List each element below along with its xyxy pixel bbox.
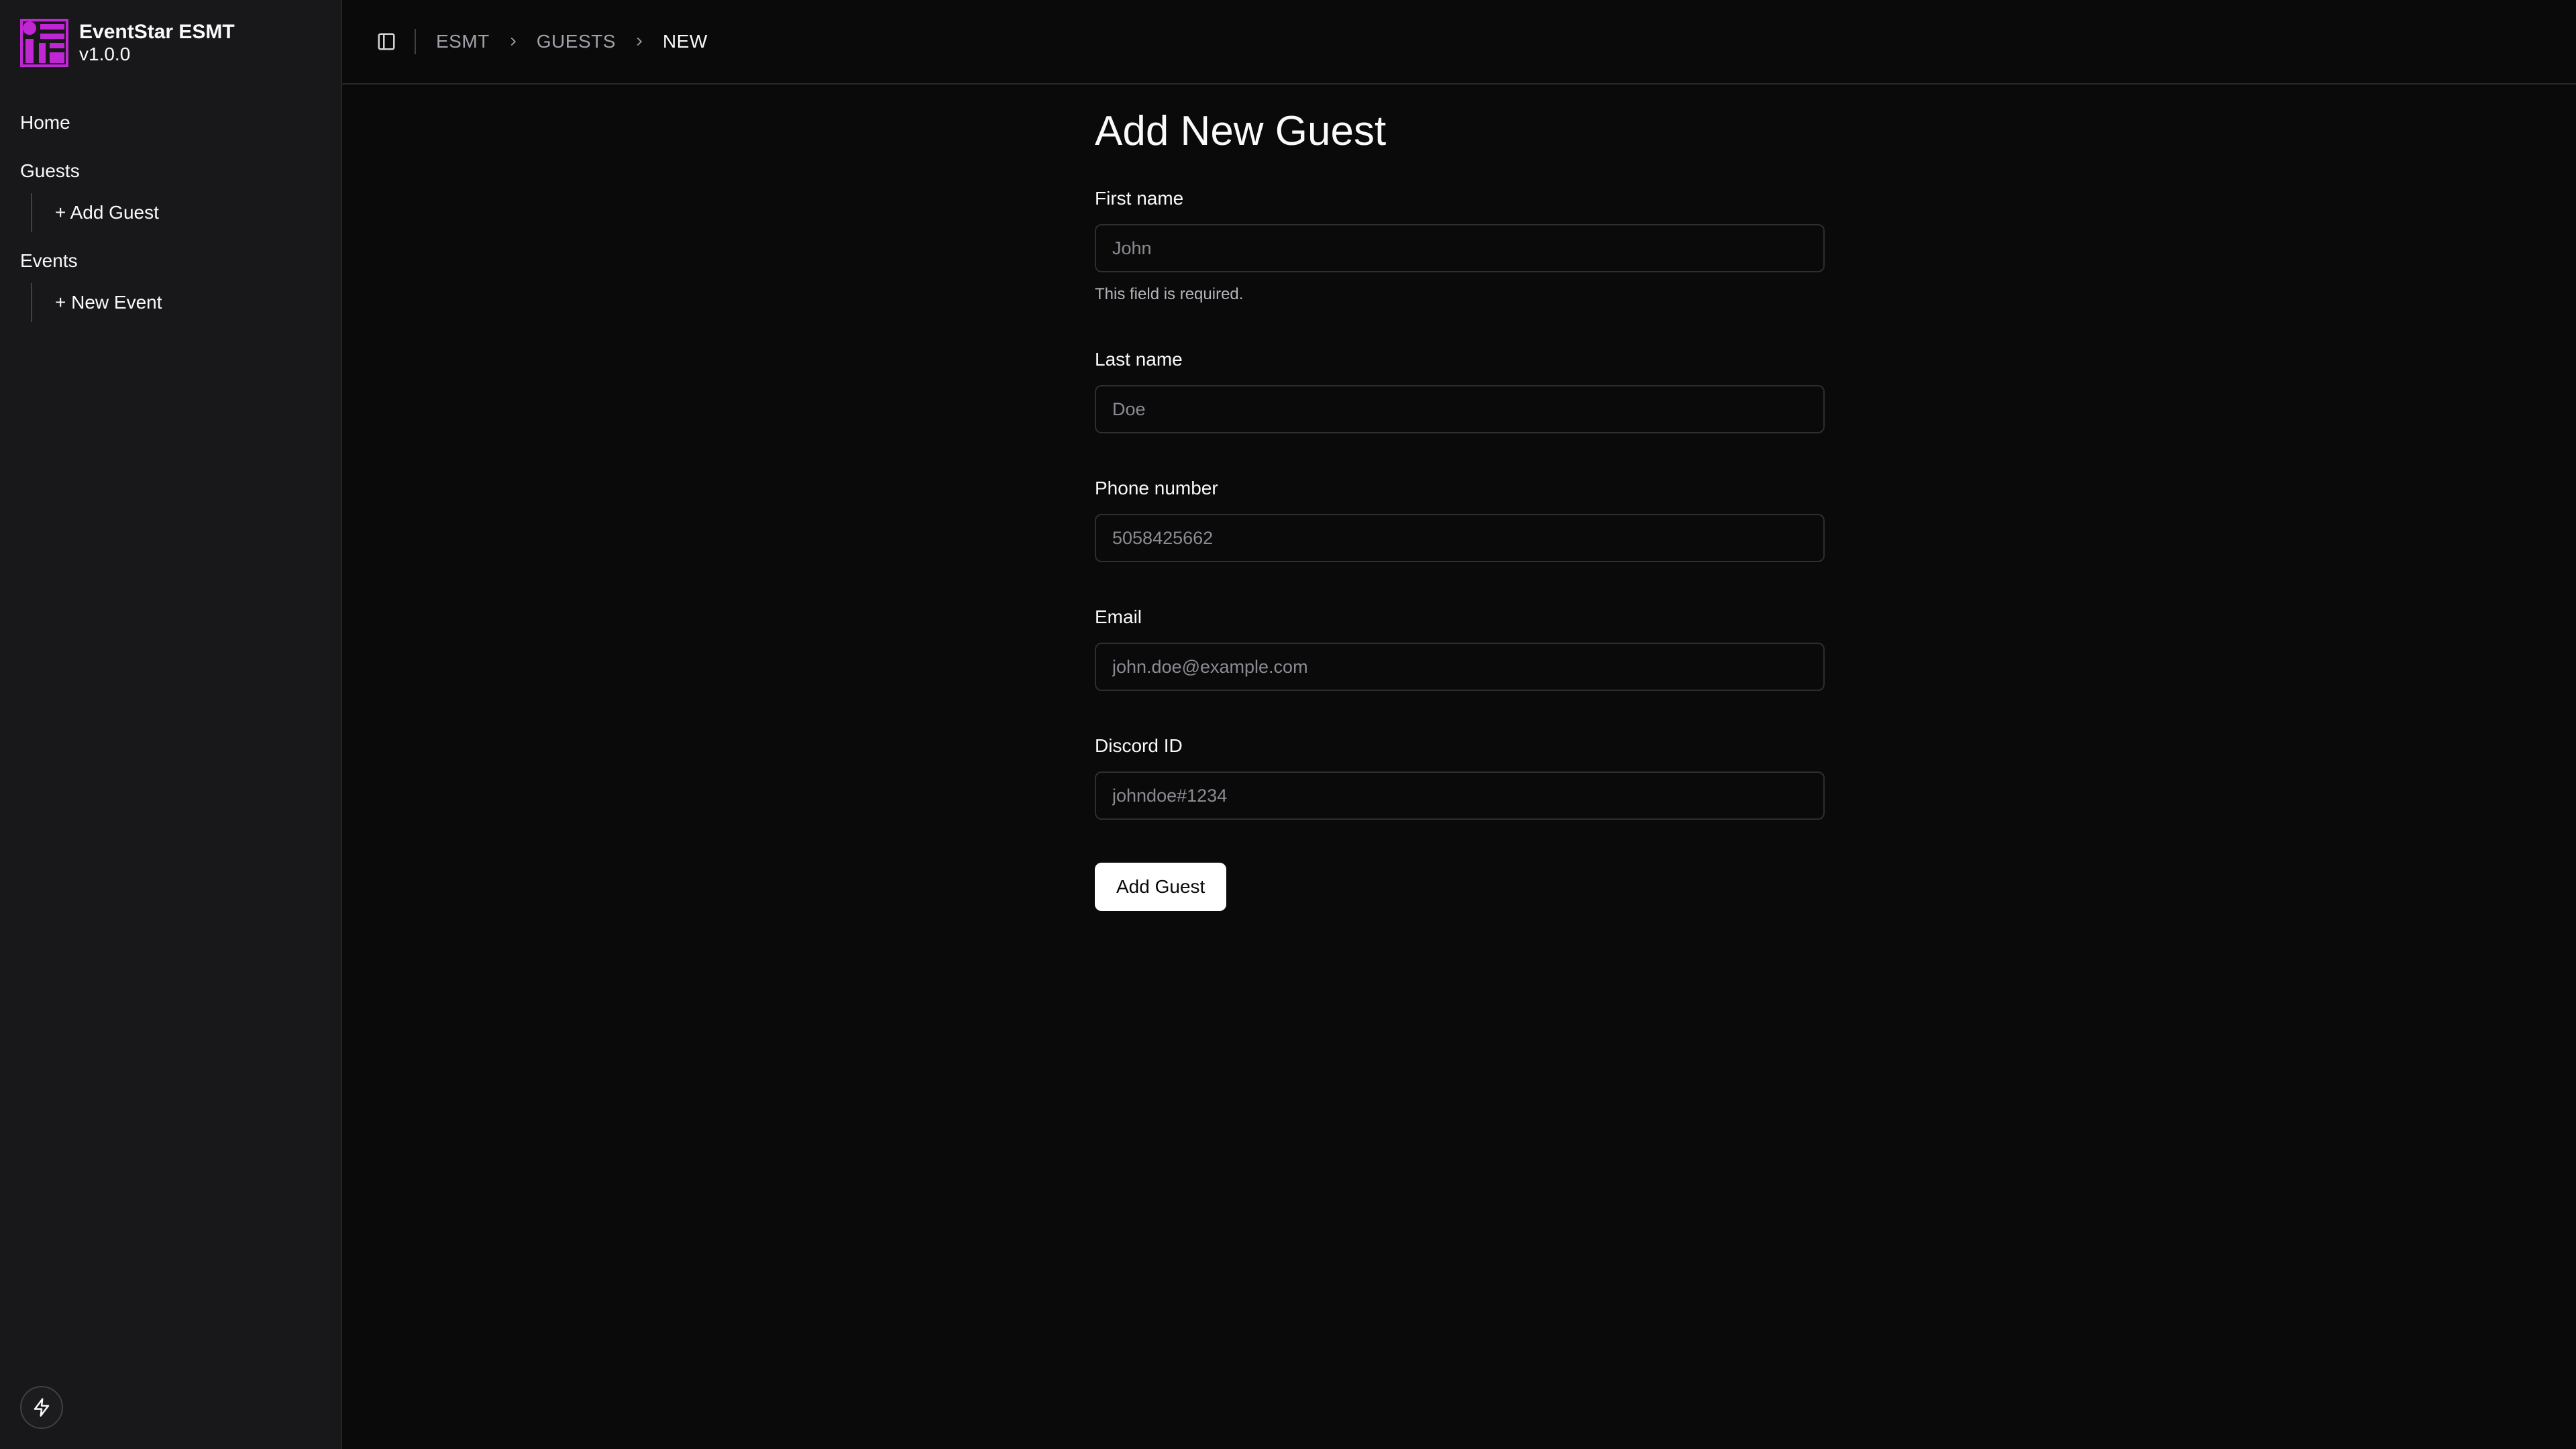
breadcrumb-esmt[interactable]: ESMT: [436, 31, 490, 52]
first-name-field: First name This field is required.: [1095, 186, 1825, 305]
email-label: Email: [1095, 606, 1142, 627]
bolt-icon: [34, 1398, 50, 1417]
sidebar-toggle-button[interactable]: [368, 23, 405, 60]
breadcrumb-guests[interactable]: GUESTS: [537, 31, 616, 52]
breadcrumb-new: NEW: [662, 31, 708, 52]
events-submenu: + New Event: [31, 283, 341, 322]
breadcrumb: ESMT GUESTS NEW: [436, 31, 708, 52]
first-name-input[interactable]: [1095, 224, 1825, 272]
sidebar-item-add-guest[interactable]: + Add Guest: [55, 193, 341, 232]
sidebar-item-home[interactable]: Home: [0, 101, 341, 145]
chevron-right-icon: [632, 34, 647, 49]
phone-field: Phone number: [1095, 476, 1825, 562]
chevron-right-icon: [506, 34, 521, 49]
email-field: Email: [1095, 605, 1825, 691]
last-name-field: Last name: [1095, 347, 1825, 433]
topbar-divider: [415, 29, 416, 54]
first-name-error: This field is required.: [1095, 285, 1244, 303]
guests-submenu: + Add Guest: [31, 193, 341, 232]
brand[interactable]: EventStar ESMT v1.0.0: [20, 19, 235, 67]
sidebar-nav: Home Guests + Add Guest Events + New Eve…: [0, 101, 341, 329]
discord-label: Discord ID: [1095, 735, 1183, 756]
quick-action-button[interactable]: [20, 1386, 63, 1429]
phone-label: Phone number: [1095, 478, 1218, 498]
topbar: ESMT GUESTS NEW: [342, 0, 2576, 85]
discord-field: Discord ID: [1095, 734, 1825, 820]
brand-version: v1.0.0: [79, 44, 131, 64]
discord-input[interactable]: [1095, 771, 1825, 820]
page-title: Add New Guest: [1095, 108, 1387, 154]
sidebar-toggle-icon: [378, 33, 395, 50]
eventstar-logo-icon: [20, 19, 68, 67]
phone-input[interactable]: [1095, 514, 1825, 562]
last-name-input[interactable]: [1095, 385, 1825, 433]
email-input[interactable]: [1095, 643, 1825, 691]
add-guest-button[interactable]: Add Guest: [1095, 863, 1227, 911]
brand-name: EventStar ESMT: [79, 21, 235, 43]
last-name-label: Last name: [1095, 349, 1183, 370]
add-guest-form: Add New Guest First name This field is r…: [1095, 105, 1825, 911]
sidebar-item-events[interactable]: Events: [0, 239, 341, 283]
sidebar-item-new-event[interactable]: + New Event: [55, 283, 341, 322]
sidebar: EventStar ESMT v1.0.0 Home Guests + Add …: [0, 0, 342, 1449]
main-content: ESMT GUESTS NEW Add New Guest First name…: [342, 0, 2576, 1449]
app-root: EventStar ESMT v1.0.0 Home Guests + Add …: [0, 0, 2576, 1449]
sidebar-item-guests[interactable]: Guests: [0, 149, 341, 193]
first-name-label: First name: [1095, 188, 1184, 209]
